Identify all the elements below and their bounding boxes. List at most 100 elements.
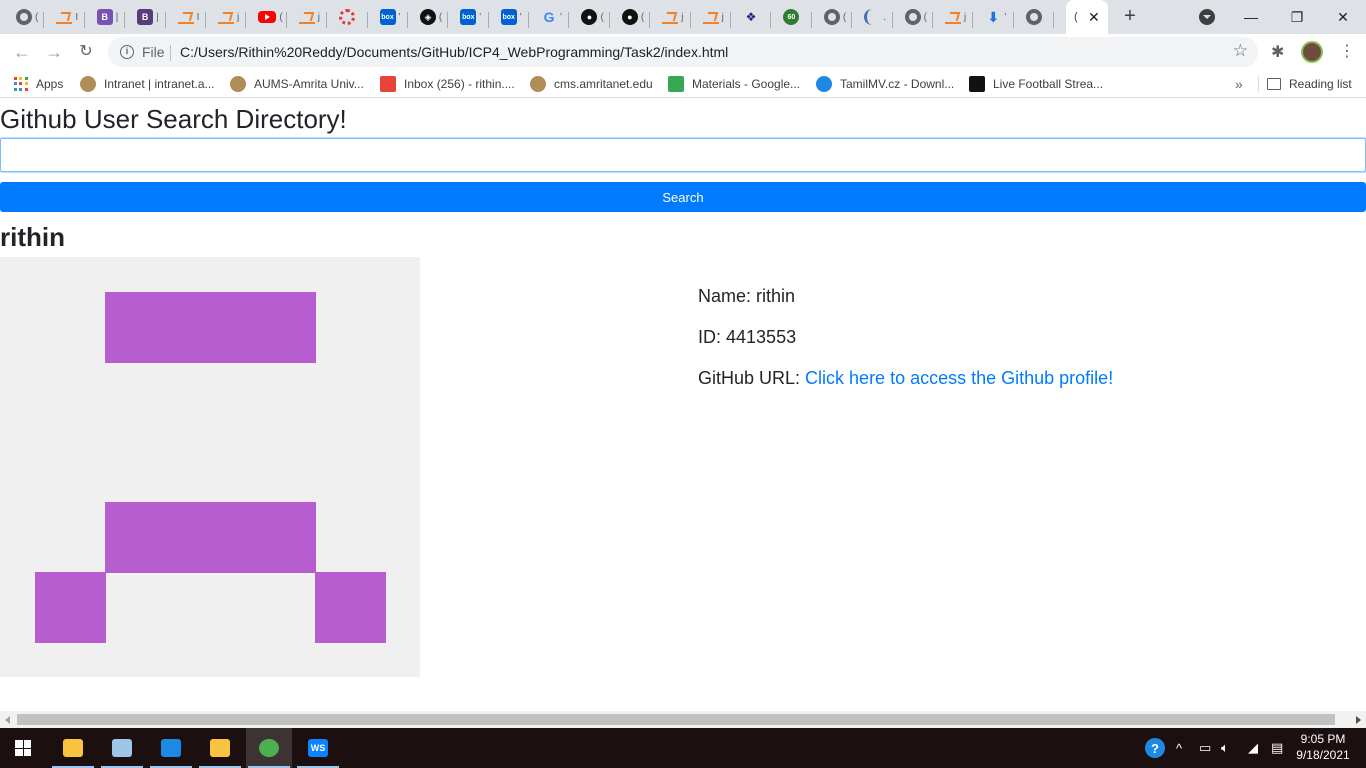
new-tab-button[interactable]: + bbox=[1119, 5, 1141, 27]
help-tray-icon[interactable]: ? bbox=[1145, 728, 1165, 768]
bookmark-label: Live Football Strea... bbox=[993, 77, 1104, 91]
box-icon: box bbox=[500, 9, 517, 25]
close-window-button[interactable]: ✕ bbox=[1320, 0, 1366, 34]
browser-tab[interactable]: ( bbox=[812, 3, 853, 31]
taskbar-app-button[interactable] bbox=[50, 728, 96, 768]
identicon-block bbox=[315, 572, 386, 643]
clock[interactable]: 9:05 PM 9/18/2021 bbox=[1296, 731, 1350, 763]
extensions-icon[interactable]: ✱ bbox=[1271, 42, 1284, 62]
browser-tab[interactable]: G ' bbox=[529, 3, 570, 31]
browser-tab[interactable]: B | bbox=[85, 3, 126, 31]
browser-tab[interactable]: j bbox=[650, 3, 691, 31]
browser-tab[interactable]: I bbox=[166, 3, 206, 31]
bookmarks-bar: » Reading list Apps Intranet | intranet.a… bbox=[0, 70, 1366, 98]
browser-tab[interactable]: j bbox=[933, 3, 974, 31]
browser-tab[interactable] bbox=[1014, 3, 1055, 31]
taskbar-app-button[interactable] bbox=[148, 728, 194, 768]
browser-tab[interactable]: j bbox=[287, 3, 328, 31]
browser-tab[interactable]: j bbox=[691, 3, 732, 31]
browser-tab[interactable]: ●( bbox=[569, 3, 610, 31]
back-button[interactable]: ← bbox=[10, 40, 34, 64]
browser-tab[interactable]: box ' bbox=[489, 3, 530, 31]
browser-tab[interactable]: ●( bbox=[610, 3, 651, 31]
reload-button[interactable]: ↻ bbox=[74, 40, 98, 64]
tab-title: . bbox=[883, 11, 886, 23]
browser-tab[interactable]: ◈( bbox=[408, 3, 449, 31]
taskbar-app-button[interactable] bbox=[197, 728, 243, 768]
search-button[interactable]: Search bbox=[0, 182, 1366, 212]
tab-search-icon[interactable] bbox=[1199, 9, 1215, 25]
browser-tab[interactable] bbox=[327, 3, 368, 31]
forward-button[interactable]: → bbox=[42, 40, 66, 64]
bookmark-label: Apps bbox=[36, 77, 64, 91]
kebab-menu-icon[interactable]: ⋮ bbox=[1339, 40, 1355, 64]
sync-icon bbox=[161, 739, 181, 757]
bookmark-item[interactable]: cms.amritanet.edu bbox=[530, 74, 653, 94]
taskbar-app-button[interactable] bbox=[246, 728, 292, 768]
notifications-icon[interactable]: ▤ bbox=[1271, 728, 1283, 768]
browser-tab[interactable]: ( bbox=[4, 3, 45, 31]
tab-separator bbox=[1053, 12, 1055, 28]
bookmark-item[interactable]: Materials - Google... bbox=[668, 74, 800, 94]
scroll-right-icon[interactable] bbox=[1356, 716, 1361, 724]
browser-tab[interactable]: ❖ bbox=[731, 3, 772, 31]
show-hidden-icons-icon[interactable]: ^ bbox=[1176, 728, 1182, 768]
url-text[interactable]: C:/Users/Rithin%20Reddy/Documents/GitHub… bbox=[180, 44, 728, 60]
stackoverflow-icon bbox=[944, 10, 961, 24]
omnibox-divider bbox=[170, 45, 171, 61]
ring-icon bbox=[339, 9, 356, 25]
globe-icon bbox=[1025, 9, 1042, 25]
scroll-left-icon[interactable] bbox=[5, 716, 10, 724]
github-profile-link[interactable]: Click here to access the Github profile! bbox=[805, 368, 1113, 388]
search-input[interactable] bbox=[0, 138, 1366, 172]
scrollbar-thumb[interactable] bbox=[17, 714, 1335, 725]
minimize-button[interactable]: — bbox=[1228, 0, 1274, 34]
name-label: Name: bbox=[698, 286, 757, 306]
globe-icon bbox=[823, 9, 840, 25]
bookmarks-more-button[interactable]: » bbox=[1235, 76, 1243, 92]
bookmark-item[interactable]: AUMS-Amrita Univ... bbox=[230, 74, 364, 94]
tab-title: ' bbox=[398, 11, 401, 23]
browser-tab[interactable]: j bbox=[206, 3, 247, 31]
bookmark-item[interactable]: Intranet | intranet.a... bbox=[80, 74, 215, 94]
tab-list: (I B | B | Ij(j box ' ◈(box ' box ' G ' ●(●(j j ❖ 60(.(j ⬇… bbox=[4, 0, 1055, 34]
browser-tab[interactable]: ( bbox=[246, 3, 287, 31]
battery-icon[interactable]: ▭ bbox=[1199, 728, 1211, 768]
active-tab[interactable]: ( ✕ bbox=[1066, 0, 1108, 34]
tab-close-icon[interactable]: ✕ bbox=[1088, 9, 1100, 26]
address-bar[interactable]: i File C:/Users/Rithin%20Reddy/Documents… bbox=[108, 37, 1258, 67]
bookmark-label: AUMS-Amrita Univ... bbox=[254, 77, 364, 91]
github-icon: ● bbox=[581, 9, 598, 25]
tab-title: | bbox=[156, 11, 159, 23]
reading-list-button[interactable]: Reading list bbox=[1267, 74, 1352, 94]
bookmark-star-icon[interactable]: ☆ bbox=[1233, 41, 1248, 61]
horizontal-scrollbar[interactable] bbox=[0, 711, 1366, 728]
bookmark-item[interactable]: Inbox (256) - rithin.... bbox=[380, 74, 515, 94]
sixty-icon: 60 bbox=[783, 9, 800, 25]
start-button[interactable] bbox=[0, 728, 46, 768]
wifi-icon[interactable]: ◢ bbox=[1248, 728, 1258, 768]
browser-tab[interactable]: ⬇ ' bbox=[973, 3, 1014, 31]
profile-avatar[interactable] bbox=[1301, 41, 1323, 63]
restore-button[interactable]: ❐ bbox=[1274, 0, 1320, 34]
info-icon[interactable]: i bbox=[120, 45, 134, 59]
folder-icon bbox=[210, 739, 230, 757]
stackoverflow-icon bbox=[177, 10, 194, 24]
volume-icon[interactable]: 🔈︎ bbox=[1221, 728, 1229, 768]
browser-tab[interactable]: . bbox=[852, 3, 893, 31]
browser-tab[interactable]: 60 bbox=[771, 3, 812, 31]
taskbar-app-button[interactable] bbox=[99, 728, 145, 768]
bookmark-item[interactable]: TamilMV.cz - Downl... bbox=[816, 74, 954, 94]
browser-tab[interactable]: box ' bbox=[368, 3, 408, 31]
bookmark-item[interactable]: Live Football Strea... bbox=[969, 74, 1103, 94]
tab-title: ( bbox=[35, 11, 39, 23]
webstorm-icon: WS bbox=[308, 739, 328, 757]
browser-tab[interactable]: B | bbox=[125, 3, 166, 31]
bookmark-item[interactable]: Apps bbox=[14, 74, 63, 94]
globe-icon bbox=[16, 9, 32, 25]
taskbar-app-button[interactable]: WS bbox=[295, 728, 341, 768]
browser-tab[interactable]: ( bbox=[893, 3, 933, 31]
profile-name-row: Name: rithin bbox=[698, 285, 1113, 307]
browser-tab[interactable]: I bbox=[44, 3, 85, 31]
browser-tab[interactable]: box ' bbox=[448, 3, 489, 31]
